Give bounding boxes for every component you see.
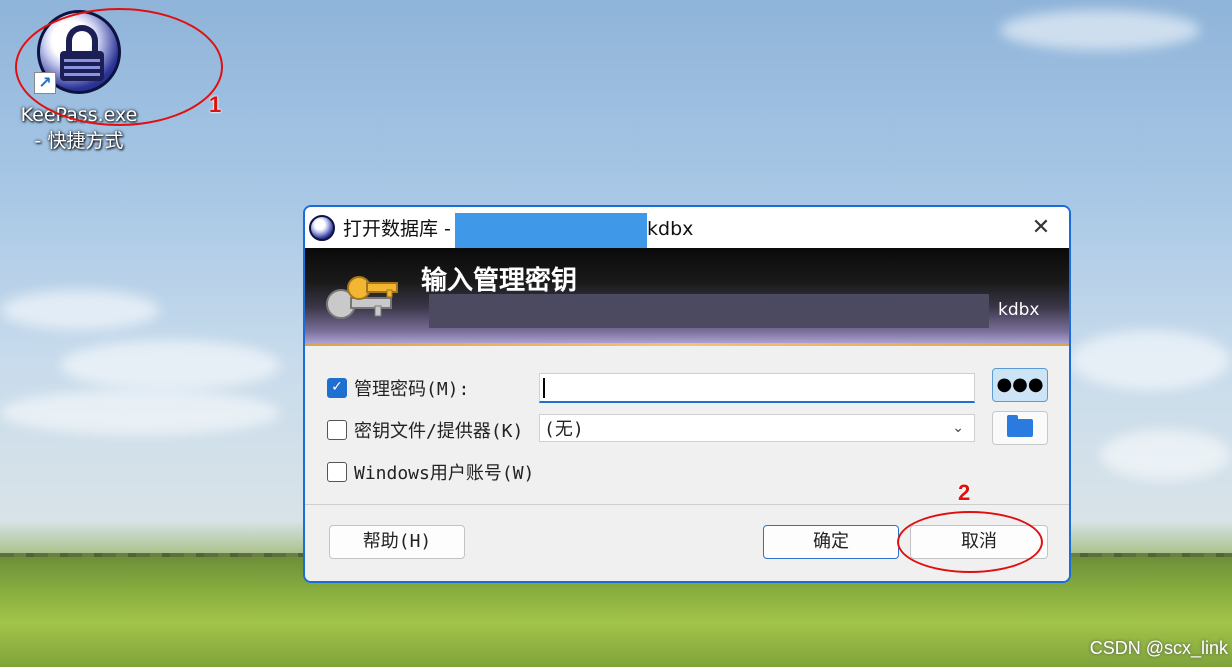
watermark: CSDN @scx_link bbox=[1089, 638, 1228, 658]
help-button[interactable]: 帮助(H) bbox=[329, 525, 465, 559]
banner-path-suffix: kdbx bbox=[998, 300, 1040, 320]
dialog-title-suffix: kdbx bbox=[647, 218, 694, 240]
ok-button[interactable]: 确定 bbox=[763, 525, 899, 559]
reveal-password-button[interactable]: ●●● bbox=[992, 368, 1048, 402]
dialog-titlebar[interactable]: 打开数据库 - kdbx ✕ bbox=[305, 207, 1069, 249]
dialog-banner: 输入管理密钥 kdbx bbox=[305, 248, 1069, 346]
cloud bbox=[1070, 330, 1230, 390]
banner-title: 输入管理密钥 bbox=[421, 266, 578, 296]
redacted-path bbox=[455, 213, 647, 249]
key-file-select[interactable]: (无) ⌄ bbox=[539, 414, 975, 442]
cloud bbox=[0, 390, 280, 435]
master-password-row: ✓ 管理密码(M): bbox=[327, 375, 469, 401]
master-password-label: 管理密码(M): bbox=[354, 379, 470, 400]
key-file-row: 密钥文件/提供器(K) bbox=[327, 417, 523, 443]
close-button[interactable]: ✕ bbox=[1013, 207, 1069, 248]
cloud bbox=[1000, 10, 1200, 50]
annotation-circle-1 bbox=[15, 8, 223, 126]
keepass-title-icon bbox=[309, 214, 335, 241]
key-icon bbox=[326, 276, 398, 319]
windows-account-checkbox[interactable] bbox=[327, 462, 347, 482]
cloud bbox=[60, 340, 280, 390]
cloud bbox=[0, 290, 160, 330]
annotation-number-1: 1 bbox=[209, 92, 222, 117]
folder-icon bbox=[1007, 415, 1033, 437]
master-password-checkbox[interactable]: ✓ bbox=[327, 378, 347, 398]
cloud bbox=[1100, 430, 1230, 480]
dialog-title: 打开数据库 - bbox=[343, 218, 451, 240]
master-password-input[interactable] bbox=[539, 373, 975, 403]
annotation-number-2: 2 bbox=[958, 480, 971, 505]
redacted-path bbox=[429, 294, 989, 328]
windows-account-row: Windows用户账号(W) bbox=[327, 459, 534, 485]
shortcut-label-line2: - 快捷方式 bbox=[34, 130, 124, 152]
key-file-selected: (无) bbox=[544, 419, 584, 440]
browse-key-file-button[interactable] bbox=[992, 411, 1048, 445]
key-file-checkbox[interactable] bbox=[327, 420, 347, 440]
windows-account-label: Windows用户账号(W) bbox=[354, 463, 535, 484]
key-file-label: 密钥文件/提供器(K) bbox=[354, 421, 524, 442]
annotation-circle-2 bbox=[897, 511, 1043, 573]
dialog-content: ✓ 管理密码(M): ●●● 密钥文件/提供器(K) (无) ⌄ Windows… bbox=[305, 346, 1069, 506]
chevron-down-icon: ⌄ bbox=[952, 420, 964, 436]
text-caret bbox=[543, 378, 545, 398]
